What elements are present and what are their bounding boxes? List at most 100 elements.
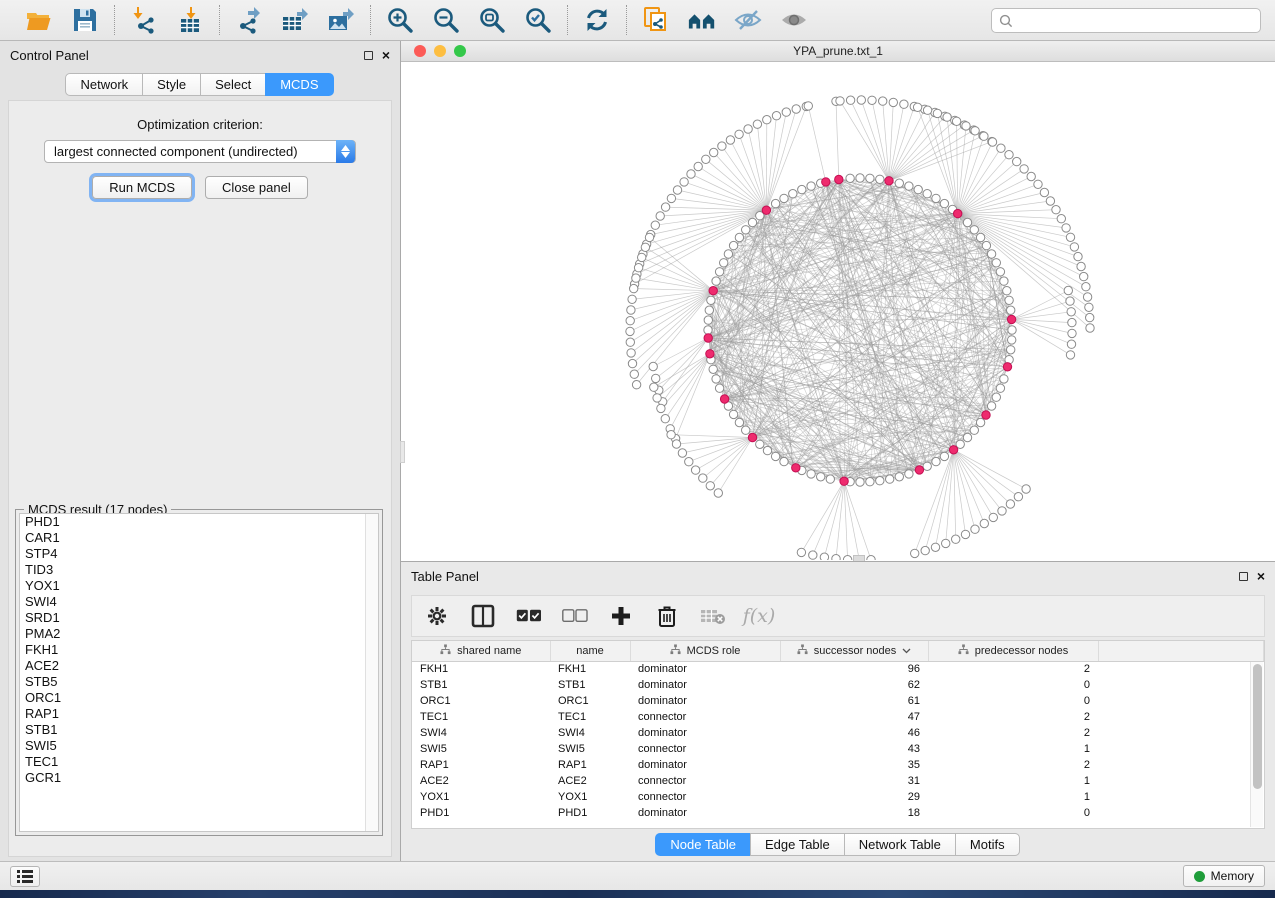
network-node[interactable] [771, 199, 779, 207]
network-node[interactable] [626, 338, 634, 346]
network-node[interactable] [809, 551, 817, 559]
network-node[interactable] [735, 233, 743, 241]
network-node[interactable] [913, 103, 921, 111]
network-node[interactable] [1034, 180, 1042, 188]
table-cell[interactable]: 2 [928, 757, 1098, 773]
zoom-selected-icon[interactable] [523, 5, 553, 35]
table-cell[interactable]: PHD1 [550, 805, 630, 821]
network-node[interactable] [714, 489, 722, 497]
network-node[interactable] [856, 478, 864, 486]
network-node[interactable] [980, 519, 988, 527]
mcds-node[interactable] [822, 178, 830, 186]
network-node[interactable] [976, 233, 984, 241]
network-node[interactable] [649, 362, 657, 370]
network-node[interactable] [963, 218, 971, 226]
mcds-node[interactable] [748, 433, 756, 441]
table-cell[interactable]: TEC1 [412, 709, 550, 725]
close-panel-button[interactable]: Close panel [205, 176, 308, 199]
result-list-item[interactable]: ACE2 [20, 658, 378, 674]
network-node[interactable] [763, 446, 771, 454]
network-node[interactable] [1064, 286, 1072, 294]
network-node[interactable] [1086, 324, 1094, 332]
network-node[interactable] [742, 426, 750, 434]
table-cell[interactable]: 29 [780, 789, 928, 805]
table-cell[interactable]: TEC1 [550, 709, 630, 725]
network-node[interactable] [921, 546, 929, 554]
table-row[interactable]: STB1STB1dominator620 [412, 677, 1264, 693]
mcds-node[interactable] [709, 287, 717, 295]
network-node[interactable] [798, 185, 806, 193]
network-node[interactable] [1066, 233, 1074, 241]
table-cell[interactable]: FKH1 [550, 661, 630, 677]
mcds-node[interactable] [1007, 315, 1015, 323]
table-row[interactable]: YOX1YOX1connector291 [412, 789, 1264, 805]
result-list-scrollbar[interactable] [365, 514, 378, 831]
table-cell[interactable]: SWI5 [412, 741, 550, 757]
mcds-node[interactable] [840, 477, 848, 485]
table-cell[interactable]: connector [630, 789, 780, 805]
search-input[interactable] [1018, 14, 1253, 28]
network-node[interactable] [661, 415, 669, 423]
network-node[interactable] [1062, 224, 1070, 232]
network-node[interactable] [866, 174, 874, 182]
network-node[interactable] [780, 194, 788, 202]
result-list-item[interactable]: CAR1 [20, 530, 378, 546]
network-node[interactable] [988, 138, 996, 146]
network-node[interactable] [832, 555, 840, 561]
network-node[interactable] [1085, 303, 1093, 311]
tab-select[interactable]: Select [200, 73, 266, 96]
network-node[interactable] [857, 96, 865, 104]
refresh-icon[interactable] [582, 5, 612, 35]
network-node[interactable] [1067, 308, 1075, 316]
optimization-criterion-dropdown[interactable]: largest connected component (undirected) [44, 140, 356, 163]
network-node[interactable] [932, 457, 940, 465]
network-node[interactable] [638, 253, 646, 261]
network-node[interactable] [1080, 272, 1088, 280]
network-node[interactable] [889, 98, 897, 106]
network-node[interactable] [715, 268, 723, 276]
network-node[interactable] [1068, 329, 1076, 337]
network-node[interactable] [729, 241, 737, 249]
close-panel-icon[interactable]: × [382, 50, 390, 60]
table-cell[interactable]: dominator [630, 805, 780, 821]
network-node[interactable] [1074, 252, 1082, 260]
network-node[interactable] [856, 174, 864, 182]
network-node[interactable] [634, 264, 642, 272]
table-cell[interactable]: 1 [928, 773, 1098, 789]
float-panel-icon[interactable] [364, 51, 373, 60]
zoom-in-icon[interactable] [385, 5, 415, 35]
network-node[interactable] [807, 182, 815, 190]
network-node[interactable] [694, 162, 702, 170]
network-node[interactable] [712, 375, 720, 383]
table-cell[interactable]: RAP1 [550, 757, 630, 773]
tab-network[interactable]: Network [65, 73, 143, 96]
network-node[interactable] [932, 194, 940, 202]
network-node[interactable] [876, 175, 884, 183]
export-image-icon[interactable] [326, 5, 356, 35]
network-node[interactable] [996, 268, 1004, 276]
network-node[interactable] [771, 452, 779, 460]
network-node[interactable] [933, 109, 941, 117]
result-list-item[interactable]: SRD1 [20, 610, 378, 626]
table-cell[interactable]: 31 [780, 773, 928, 789]
table-cell[interactable]: 0 [928, 805, 1098, 821]
table-cell[interactable]: YOX1 [550, 789, 630, 805]
network-canvas[interactable] [401, 62, 1275, 561]
network-node[interactable] [748, 218, 756, 226]
mcds-node[interactable] [885, 177, 893, 185]
network-node[interactable] [846, 174, 854, 182]
table-cell[interactable]: 43 [780, 741, 928, 757]
result-list-item[interactable]: STP4 [20, 546, 378, 562]
network-node[interactable] [735, 130, 743, 138]
network-node[interactable] [1014, 493, 1022, 501]
network-node[interactable] [742, 226, 750, 234]
network-node[interactable] [626, 317, 634, 325]
network-node[interactable] [707, 296, 715, 304]
table-cell[interactable]: 1 [928, 741, 1098, 757]
network-node[interactable] [1003, 287, 1011, 295]
network-node[interactable] [971, 127, 979, 135]
table-cell[interactable]: 46 [780, 725, 928, 741]
network-node[interactable] [992, 393, 1000, 401]
network-node[interactable] [1067, 340, 1075, 348]
run-mcds-button[interactable]: Run MCDS [92, 176, 192, 199]
